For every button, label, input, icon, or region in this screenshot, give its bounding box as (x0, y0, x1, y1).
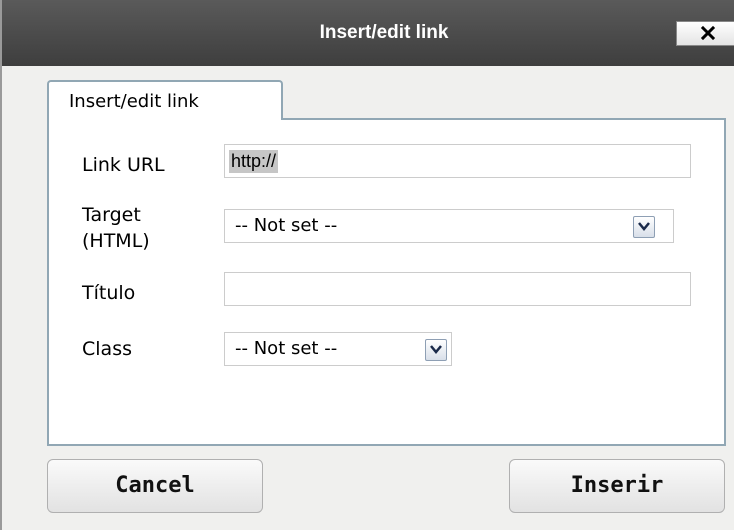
target-select[interactable]: -- Not set -- (224, 209, 674, 243)
close-icon (701, 26, 715, 40)
target-dropdown-button[interactable] (633, 216, 655, 238)
titulo-input[interactable] (224, 272, 691, 306)
dialog-titlebar[interactable]: Insert/edit link (2, 0, 734, 66)
insert-link-dialog: Insert/edit link Insert/edit link Link U… (0, 0, 734, 530)
chevron-down-icon (638, 222, 650, 231)
class-select[interactable]: -- Not set -- (224, 332, 452, 366)
chevron-down-icon (430, 345, 442, 354)
link-url-label: Link URL (82, 154, 165, 176)
link-url-value: http:// (229, 150, 279, 173)
cancel-button[interactable]: Cancel (47, 459, 263, 513)
insert-button[interactable]: Inserir (509, 459, 725, 513)
close-button[interactable] (676, 21, 734, 46)
dialog-title: Insert/edit link (319, 22, 449, 43)
tab-insert-edit-link[interactable]: Insert/edit link (47, 80, 283, 120)
class-dropdown-button[interactable] (425, 339, 447, 361)
target-label-line1: Target (82, 204, 141, 226)
link-url-input[interactable]: http:// (224, 144, 691, 178)
class-select-value: -- Not set -- (235, 338, 338, 359)
class-label: Class (82, 338, 132, 360)
tab-panel: Link URL http:// Target (HTML) -- Not se… (47, 118, 726, 446)
target-label-line2: (HTML) (82, 230, 150, 252)
target-select-value: -- Not set -- (235, 215, 338, 236)
titulo-label: Título (82, 282, 136, 304)
